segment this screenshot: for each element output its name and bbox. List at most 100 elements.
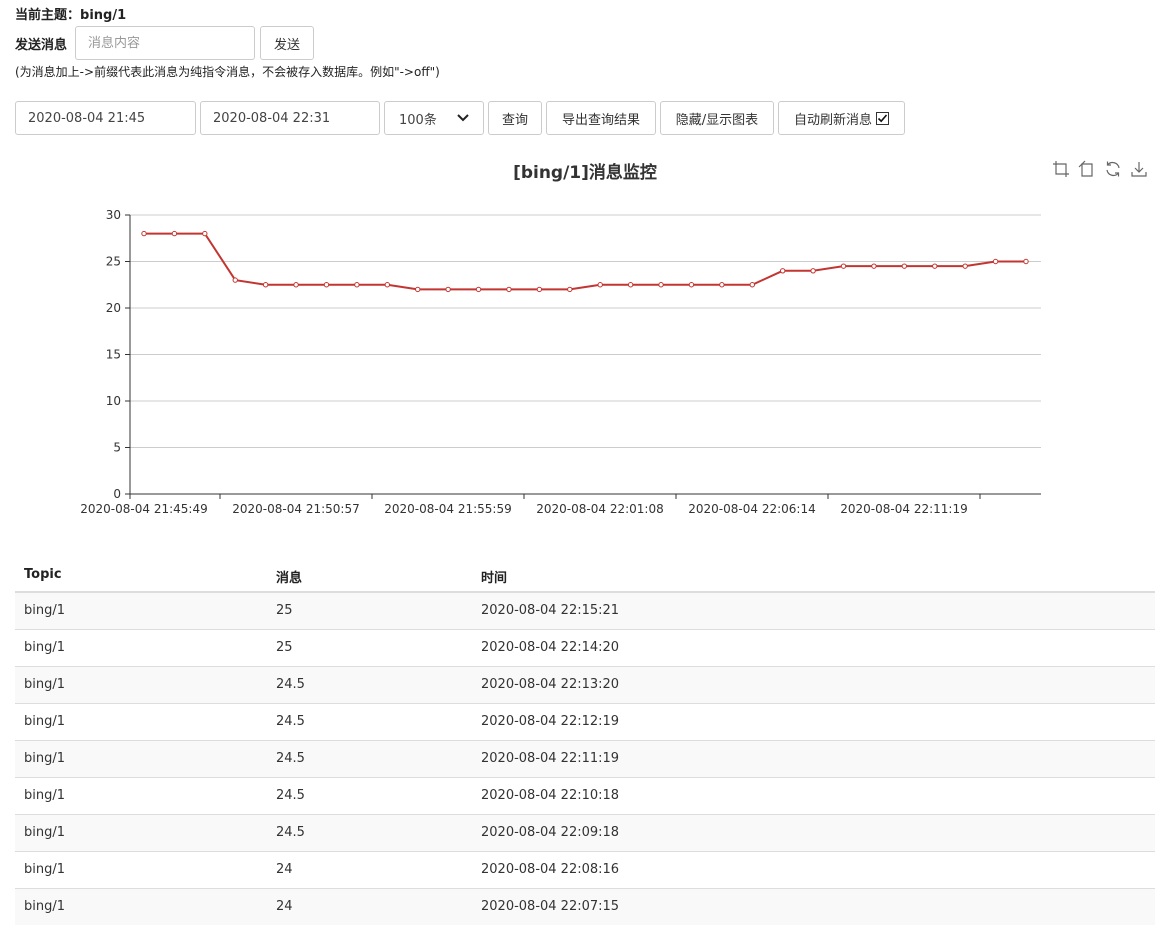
header-message: 消息 xyxy=(276,571,303,586)
row-topic: bing/1 xyxy=(24,788,66,803)
data-point xyxy=(202,230,208,237)
message-input[interactable] xyxy=(75,26,255,60)
topic-label: 当前主题： xyxy=(15,8,81,23)
table-row: bing/1 25 2020-08-04 22:15:21 xyxy=(15,592,1155,629)
data-point xyxy=(384,282,391,288)
row-time: 2020-08-04 22:07:15 xyxy=(481,899,620,914)
row-message: 24 xyxy=(276,862,293,877)
data-point xyxy=(506,286,512,293)
row-message: 24.5 xyxy=(276,825,305,840)
row-message: 24.5 xyxy=(276,788,305,803)
y-tick-label: 20 xyxy=(106,301,121,315)
x-tick-label: 2020-08-04 22:06:14 xyxy=(688,502,815,516)
header-time: 时间 xyxy=(481,571,508,586)
row-topic: bing/1 xyxy=(24,714,66,729)
data-point xyxy=(141,230,147,237)
data-point xyxy=(1023,258,1029,265)
data-point xyxy=(415,286,421,293)
data-point xyxy=(262,282,269,288)
row-time: 2020-08-04 22:11:19 xyxy=(481,751,620,766)
row-message: 25 xyxy=(276,603,293,618)
command-hint: (为消息加上->前缀代表此消息为纯指令消息，不会被存入数据库。例如"->off"… xyxy=(15,65,440,79)
row-time: 2020-08-04 22:15:21 xyxy=(481,603,620,618)
table-row: bing/1 24.5 2020-08-04 22:09:18 xyxy=(15,814,1155,851)
topic-value: bing/1 xyxy=(80,8,127,23)
data-point xyxy=(323,282,330,288)
table-row: bing/1 24 2020-08-04 22:07:15 xyxy=(15,888,1155,925)
chevron-down-icon xyxy=(457,111,469,126)
start-time-value: 2020-08-04 21:45 xyxy=(28,110,146,126)
start-time-input[interactable]: 2020-08-04 21:45 xyxy=(15,101,196,135)
data-point xyxy=(597,282,603,288)
data-point xyxy=(719,282,725,288)
header-topic: Topic xyxy=(24,567,62,582)
row-topic: bing/1 xyxy=(24,862,66,877)
chart-title: [bing/1]消息监控 xyxy=(513,163,657,183)
row-message: 24.5 xyxy=(276,714,305,729)
row-time: 2020-08-04 22:14:20 xyxy=(481,640,620,655)
save-image-icon[interactable] xyxy=(1130,160,1148,178)
send-button[interactable]: 发送 xyxy=(260,26,314,60)
row-message: 24.5 xyxy=(276,751,305,766)
table-row: bing/1 24.5 2020-08-04 22:11:19 xyxy=(15,740,1155,777)
data-point xyxy=(992,258,999,265)
line-chart: 0 5 10 15 20 25 30 2020-08-04 21:45:49 2020-08-0… xyxy=(80,208,1041,516)
x-tick-label: 2020-08-04 21:55:59 xyxy=(384,502,511,516)
table-row: bing/1 24.5 2020-08-04 22:12:19 xyxy=(15,703,1155,740)
data-point xyxy=(232,277,238,283)
row-topic: bing/1 xyxy=(24,899,66,914)
data-point xyxy=(688,282,695,288)
row-topic: bing/1 xyxy=(24,825,66,840)
x-tick-label: 2020-08-04 21:45:49 xyxy=(80,502,207,516)
end-time-value: 2020-08-04 22:31 xyxy=(213,110,331,126)
checkbox-checked-icon[interactable] xyxy=(876,111,889,125)
auto-refresh-label: 自动刷新消息 xyxy=(793,112,872,128)
limit-select[interactable]: 100条 xyxy=(384,101,484,135)
row-topic: bing/1 xyxy=(24,640,66,655)
data-point xyxy=(536,286,543,293)
data-point xyxy=(962,263,968,269)
row-time: 2020-08-04 22:08:16 xyxy=(481,862,620,877)
data-point xyxy=(293,282,299,288)
table-row: bing/1 24.5 2020-08-04 22:13:20 xyxy=(15,666,1155,703)
data-point xyxy=(354,282,360,288)
table-row: bing/1 24 2020-08-04 22:08:16 xyxy=(15,851,1155,888)
table-row: bing/1 25 2020-08-04 22:14:20 xyxy=(15,629,1155,666)
data-point xyxy=(871,263,877,269)
y-tick-label: 5 xyxy=(113,441,121,455)
send-message-label: 发送消息 xyxy=(15,38,68,53)
row-time: 2020-08-04 22:09:18 xyxy=(481,825,620,840)
end-time-input[interactable]: 2020-08-04 22:31 xyxy=(200,101,380,135)
row-topic: bing/1 xyxy=(24,751,66,766)
zoom-reset-icon[interactable] xyxy=(1078,160,1096,178)
row-message: 24 xyxy=(276,899,293,914)
data-point xyxy=(475,286,482,293)
export-button[interactable]: 导出查询结果 xyxy=(546,101,656,135)
data-point xyxy=(901,263,908,269)
data-point xyxy=(932,263,938,269)
data-point xyxy=(627,282,634,288)
data-point xyxy=(445,286,451,293)
auto-refresh-toggle[interactable]: 自动刷新消息 xyxy=(778,101,905,135)
chart-toolbox xyxy=(1052,160,1148,178)
row-topic: bing/1 xyxy=(24,603,66,618)
table-row: bing/1 24.5 2020-08-04 22:10:18 xyxy=(15,777,1155,814)
current-topic: 当前主题：bing/1 xyxy=(15,4,126,23)
x-tick-label: 2020-08-04 21:50:57 xyxy=(232,502,359,516)
x-tick-label: 2020-08-04 22:01:08 xyxy=(536,502,663,516)
zoom-icon[interactable] xyxy=(1052,160,1070,178)
data-point xyxy=(779,268,786,274)
toggle-chart-button[interactable]: 隐藏/显示图表 xyxy=(660,101,774,135)
y-tick-label: 10 xyxy=(106,394,121,408)
query-button[interactable]: 查询 xyxy=(488,101,542,135)
row-message: 25 xyxy=(276,640,293,655)
data-point xyxy=(840,263,847,269)
y-tick-label: 15 xyxy=(106,348,121,362)
y-tick-label: 25 xyxy=(106,255,121,269)
y-tick-label: 0 xyxy=(113,487,121,501)
restore-icon[interactable] xyxy=(1104,160,1122,178)
row-time: 2020-08-04 22:10:18 xyxy=(481,788,620,803)
data-point xyxy=(810,268,816,274)
x-tick-label: 2020-08-04 22:11:19 xyxy=(840,502,967,516)
y-tick-label: 30 xyxy=(106,208,121,222)
